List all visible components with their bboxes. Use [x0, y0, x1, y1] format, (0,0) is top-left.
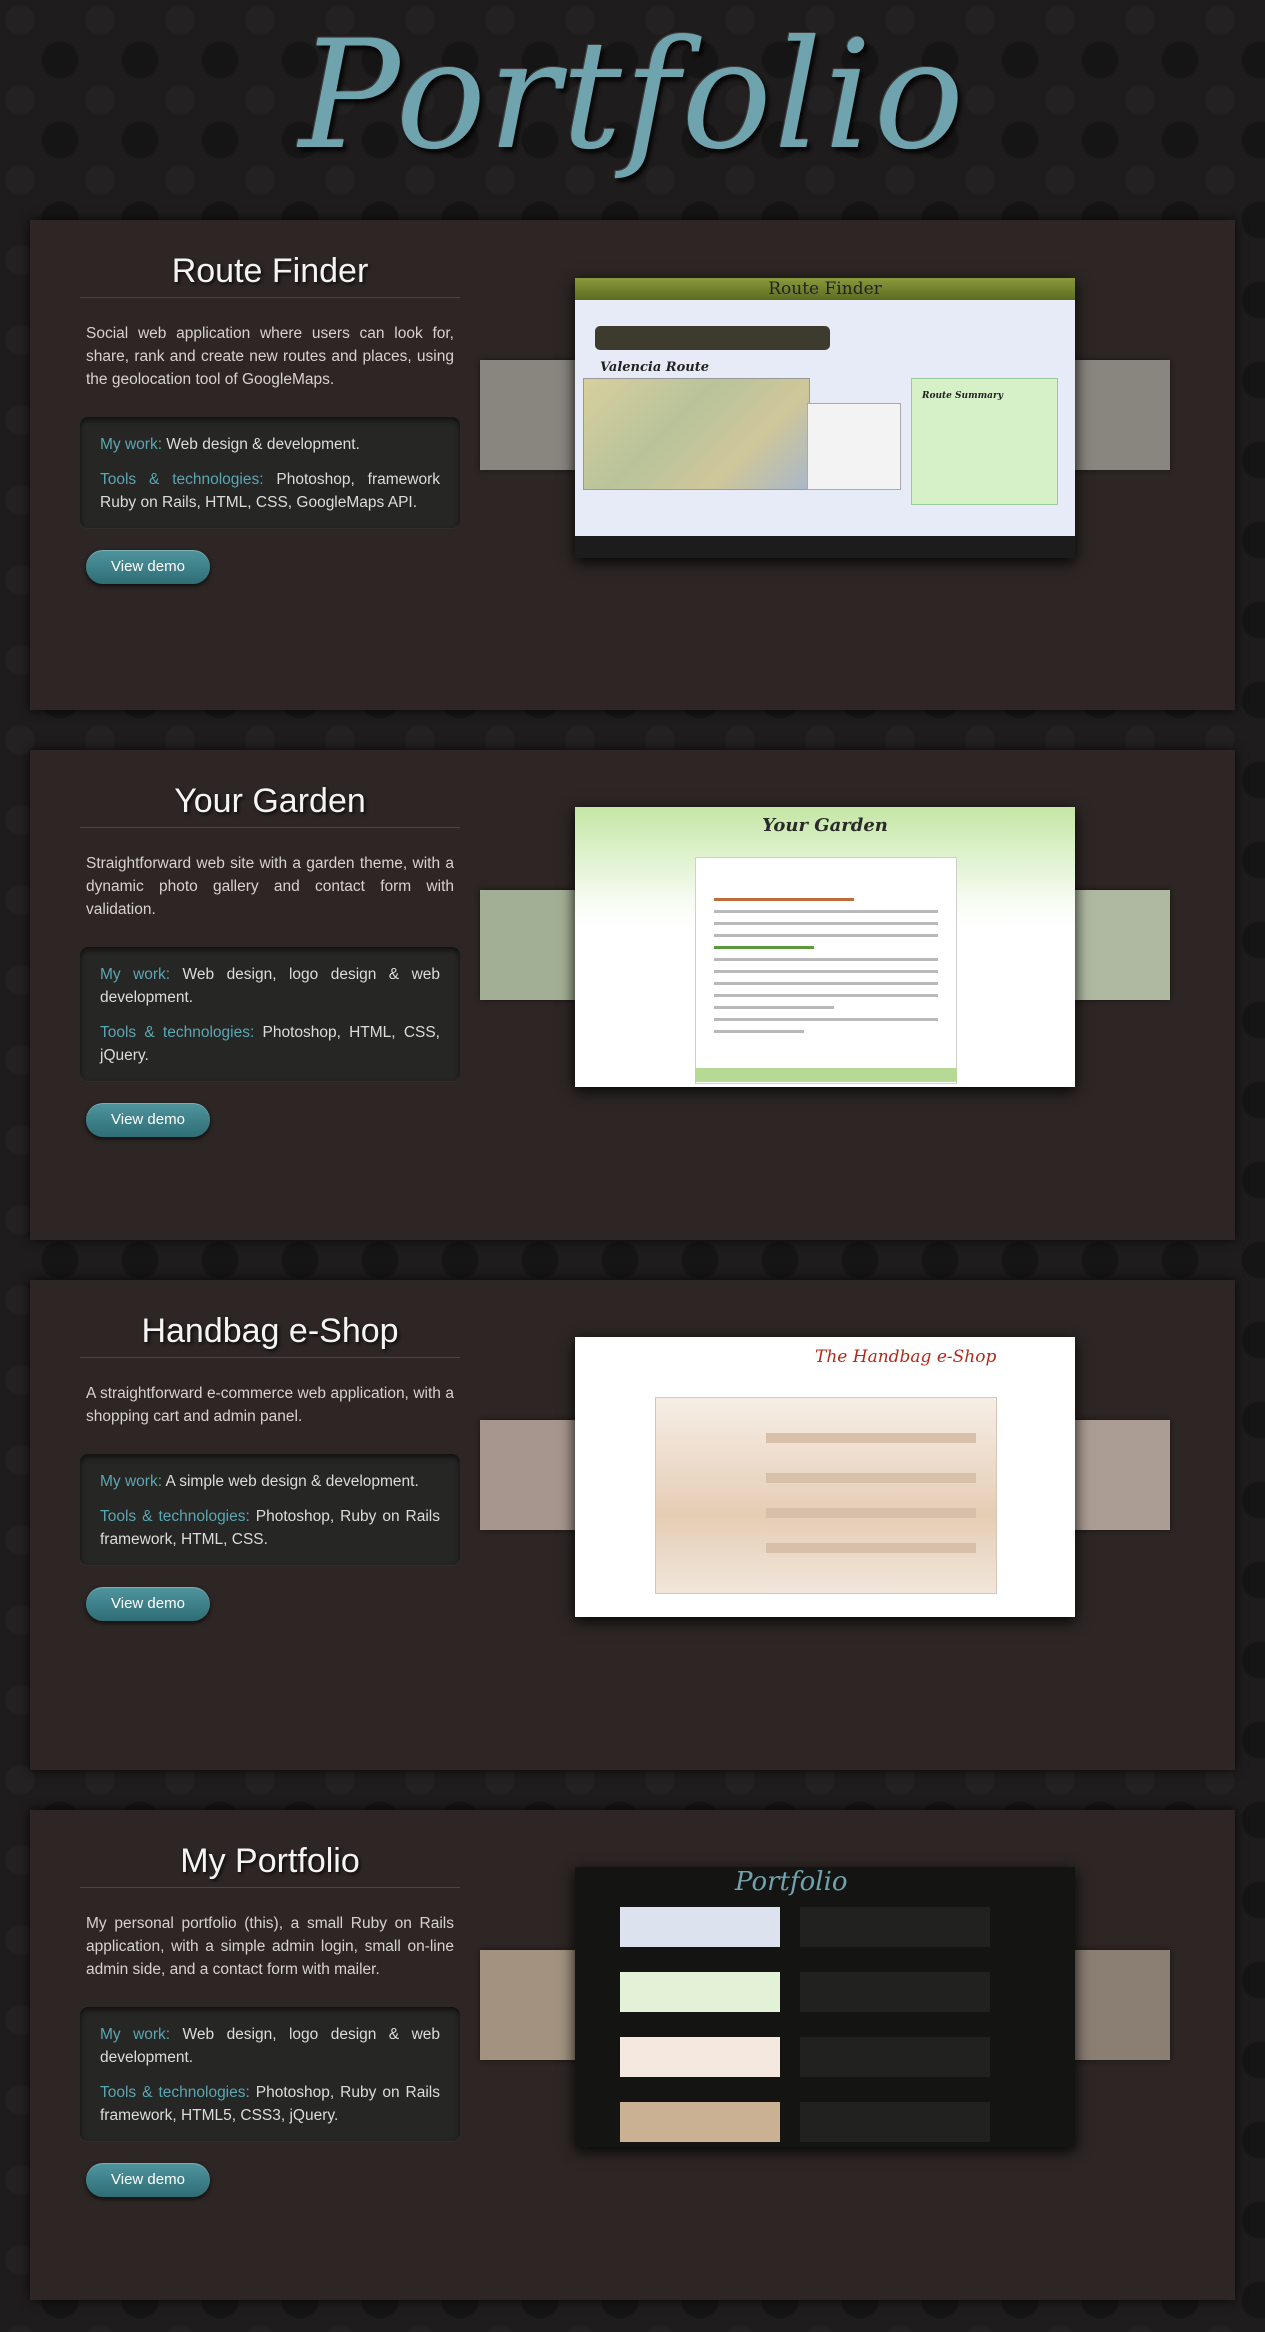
portfolio-logo: Portfolio	[0, 0, 1265, 200]
project-title: My Portfolio	[80, 1842, 460, 1888]
view-demo-button[interactable]: View demo	[86, 1587, 210, 1621]
screenshot-thumb	[620, 1907, 780, 1947]
project-details: My work: A simple web design & developme…	[80, 1454, 460, 1565]
screenshot-map	[583, 378, 810, 490]
screenshot-text	[800, 2102, 990, 2142]
project-my-portfolio: My Portfolio My personal portfolio (this…	[30, 1810, 1235, 2300]
project-details: My work: Web design & development. Tools…	[80, 417, 460, 528]
tools-label: Tools & technologies:	[100, 2084, 250, 2101]
work-line: My work: Web design & development.	[100, 433, 440, 456]
screenshot-catalog	[655, 1397, 997, 1594]
project-details: My work: Web design, logo design & web d…	[80, 947, 460, 1081]
screenshot-header: Route Finder	[575, 278, 1075, 300]
project-description: My personal portfolio (this), a small Ru…	[86, 1915, 454, 1978]
project-screenshot[interactable]: The Handbag e-Shop	[575, 1337, 1075, 1617]
project-info: Your Garden Straightforward web site wit…	[80, 750, 460, 1137]
work-label: My work:	[100, 436, 162, 453]
tools-line: Tools & technologies: Photoshop, Ruby on…	[100, 2081, 440, 2127]
screenshot-search-bar	[595, 326, 830, 350]
project-title: Route Finder	[80, 252, 460, 298]
carousel-prev-thumbnail[interactable]	[480, 360, 575, 470]
project-description: Straightforward web site with a garden t…	[86, 855, 454, 918]
screenshot-footer	[575, 536, 1075, 558]
carousel-next-thumbnail[interactable]	[1075, 1950, 1170, 2060]
work-label: My work:	[100, 966, 171, 983]
screenshot-header: The Handbag e-Shop	[815, 1347, 997, 1367]
carousel-prev-thumbnail[interactable]	[480, 890, 575, 1000]
tools-line: Tools & technologies: Photoshop, Ruby on…	[100, 1505, 440, 1551]
project-screenshot[interactable]: Route Finder Valencia Route Route Summar…	[575, 278, 1075, 558]
work-line: My work: Web design, logo design & web d…	[100, 963, 440, 1009]
screenshot-header: Your Garden	[762, 815, 888, 836]
tools-label: Tools & technologies:	[100, 1024, 255, 1041]
project-info: Handbag e-Shop A straightforward e-comme…	[80, 1280, 460, 1621]
tools-line: Tools & technologies: Photoshop, HTML, C…	[100, 1021, 440, 1067]
project-description: A straightforward e-commerce web applica…	[86, 1385, 454, 1425]
screenshot-route-title: Valencia Route	[600, 360, 709, 375]
project-details: My work: Web design, logo design & web d…	[80, 2007, 460, 2141]
screenshot-content	[695, 857, 957, 1084]
work-label: My work:	[100, 2026, 171, 2043]
screenshot-directions	[807, 403, 901, 490]
carousel-next-thumbnail[interactable]	[1075, 360, 1170, 470]
carousel-next-thumbnail[interactable]	[1075, 890, 1170, 1000]
work-text: A simple web design & development.	[162, 1473, 419, 1490]
view-demo-button[interactable]: View demo	[86, 550, 210, 584]
view-demo-button[interactable]: View demo	[86, 1103, 210, 1137]
screenshot-thumb	[620, 2102, 780, 2142]
screenshot-footer	[695, 1068, 957, 1082]
view-demo-button[interactable]: View demo	[86, 2163, 210, 2197]
screenshot-text	[800, 1907, 990, 1947]
screenshot-text	[800, 1972, 990, 2012]
project-description: Social web application where users can l…	[86, 325, 454, 388]
screenshot-thumb	[620, 2037, 780, 2077]
project-title: Your Garden	[80, 782, 460, 828]
project-your-garden: Your Garden Straightforward web site wit…	[30, 750, 1235, 1240]
project-screenshot[interactable]: Portfolio	[575, 1867, 1075, 2147]
project-handbag-eshop: Handbag e-Shop A straightforward e-comme…	[30, 1280, 1235, 1770]
tools-label: Tools & technologies:	[100, 471, 264, 488]
carousel-next-thumbnail[interactable]	[1075, 1420, 1170, 1530]
project-info: My Portfolio My personal portfolio (this…	[80, 1810, 460, 2197]
work-line: My work: Web design, logo design & web d…	[100, 2023, 440, 2069]
work-label: My work:	[100, 1473, 162, 1490]
screenshot-header: Portfolio	[735, 1867, 848, 1897]
screenshot-summary-title: Route Summary	[922, 391, 1003, 401]
project-info: Route Finder Social web application wher…	[80, 220, 460, 584]
logo-text: Portfolio	[298, 9, 967, 183]
tools-line: Tools & technologies: Photoshop, framewo…	[100, 468, 440, 514]
project-title: Handbag e-Shop	[80, 1312, 460, 1358]
carousel-prev-thumbnail[interactable]	[480, 1420, 575, 1530]
screenshot-text	[800, 2037, 990, 2077]
tools-label: Tools & technologies:	[100, 1508, 250, 1525]
screenshot-summary: Route Summary	[911, 378, 1058, 505]
carousel-prev-thumbnail[interactable]	[480, 1950, 575, 2060]
project-route-finder: Route Finder Social web application wher…	[30, 220, 1235, 710]
work-text: Web design & development.	[162, 436, 360, 453]
work-line: My work: A simple web design & developme…	[100, 1470, 440, 1493]
project-screenshot[interactable]: Your Garden	[575, 807, 1075, 1087]
screenshot-thumb	[620, 1972, 780, 2012]
